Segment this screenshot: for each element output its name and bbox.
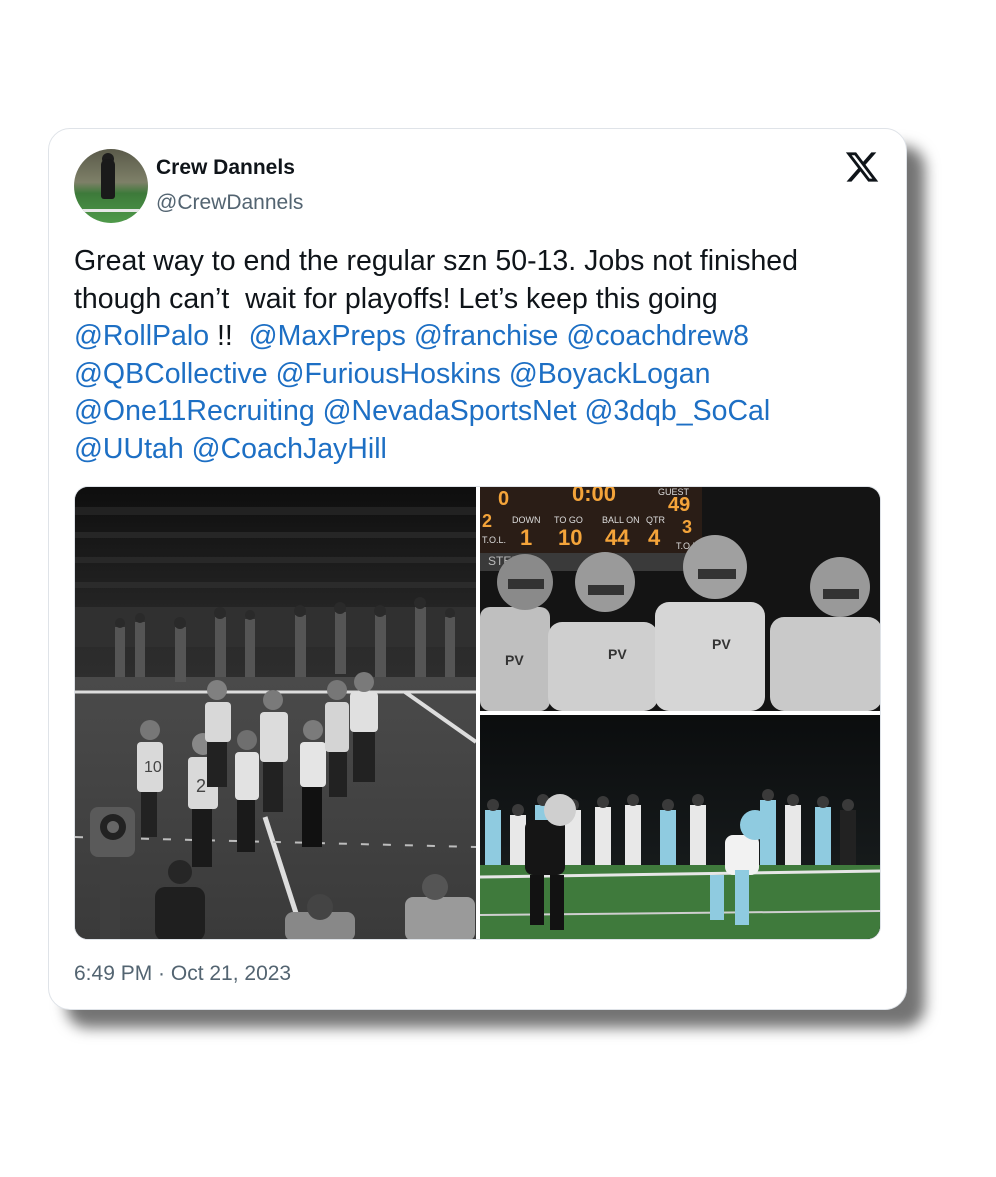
tweet-text-line: @QBCollective @FuriousHoskins @BoyackLog… (74, 356, 874, 394)
scoreboard-ball-on: 44 (605, 525, 630, 550)
mention-link[interactable]: @QBCollective (74, 358, 268, 390)
mention-link[interactable]: @BoyackLogan (509, 358, 711, 390)
scoreboard-guest: 49 (668, 494, 690, 516)
tweet-text-line: @One11Recruiting @NevadaSportsNet @3dqb_… (74, 393, 874, 431)
mention-link[interactable]: @One11Recruiting (74, 395, 315, 427)
tweet-text-segment (184, 433, 192, 465)
mention-link[interactable]: @MaxPreps (249, 320, 406, 352)
tweet-card: Crew Dannels @CrewDannels Great way to e… (48, 128, 907, 1010)
scoreboard-down-label: DOWN (512, 515, 541, 525)
tweet-text-line: though can’t wait for playoffs! Let’s ke… (74, 281, 874, 319)
tweet-text-segment (268, 358, 276, 390)
photo-field-bw[interactable]: 10 2 (75, 487, 476, 939)
tweet-text-segment (501, 358, 509, 390)
tweet-text-segment (406, 320, 414, 352)
jersey-letters: PV (505, 652, 524, 668)
mention-link[interactable]: @3dqb_SoCal (584, 395, 770, 427)
avatar[interactable] (74, 149, 148, 223)
tweet-text-segment: !! (209, 320, 249, 352)
scoreboard-quarter-left: 2 (482, 511, 492, 531)
scoreboard-down: 1 (520, 525, 532, 550)
media-grid: 10 2 0 0:00 49 2 1 10 44 4 3 GUEST DOWN … (74, 486, 881, 940)
tweet-text-segment: though can’t wait for playoffs! Let’s ke… (74, 282, 718, 315)
tweet-text: Great way to end the regular szn 50-13. … (74, 243, 874, 468)
scoreboard-timeouts-right: 3 (682, 517, 692, 537)
mention-link[interactable]: @CoachJayHill (192, 433, 387, 465)
jersey-letters: PV (712, 636, 731, 652)
scoreboard-tol-left: T.O.L. (482, 535, 506, 545)
scoreboard-clock: 0:00 (572, 487, 616, 506)
author-name[interactable]: Crew Dannels (156, 156, 295, 180)
scoreboard-home: 0 (498, 488, 509, 510)
photo-team-scoreboard[interactable]: 0 0:00 49 2 1 10 44 4 3 GUEST DOWN TO GO… (480, 487, 880, 711)
scoreboard-to-go: 10 (558, 525, 582, 550)
mention-link[interactable]: @franchise (414, 320, 559, 352)
tweet-text-segment (315, 395, 323, 427)
scoreboard-guest-label: GUEST (658, 487, 690, 497)
jersey-letters: PV (608, 646, 627, 662)
x-logo-icon[interactable] (844, 149, 880, 185)
jersey-number: 2 (196, 776, 206, 796)
photo-game-action[interactable] (480, 715, 880, 939)
mention-link[interactable]: @UUtah (74, 433, 184, 465)
mention-link[interactable]: @FuriousHoskins (276, 358, 501, 390)
author-handle[interactable]: @CrewDannels (156, 191, 303, 215)
tweet-text-segment: Great way to end the regular szn 50-13. … (74, 245, 799, 277)
mention-link[interactable]: @coachdrew8 (566, 320, 749, 352)
tweet-text-line: Great way to end the regular szn 50-13. … (74, 243, 874, 281)
scoreboard-qtr: 4 (648, 525, 661, 550)
mention-link[interactable]: @RollPalo (74, 320, 209, 352)
tweet-text-line: @UUtah @CoachJayHill (74, 431, 874, 469)
scoreboard-ball-on-label: BALL ON (602, 515, 640, 525)
jersey-number: 10 (144, 759, 162, 776)
scoreboard-to-go-label: TO GO (554, 515, 583, 525)
mention-link[interactable]: @NevadaSportsNet (323, 395, 577, 427)
scoreboard-qtr-label: QTR (646, 515, 665, 525)
tweet-text-line: @RollPalo !! @MaxPreps @franchise @coach… (74, 318, 874, 356)
tweet-timestamp[interactable]: 6:49 PM · Oct 21, 2023 (74, 962, 291, 986)
